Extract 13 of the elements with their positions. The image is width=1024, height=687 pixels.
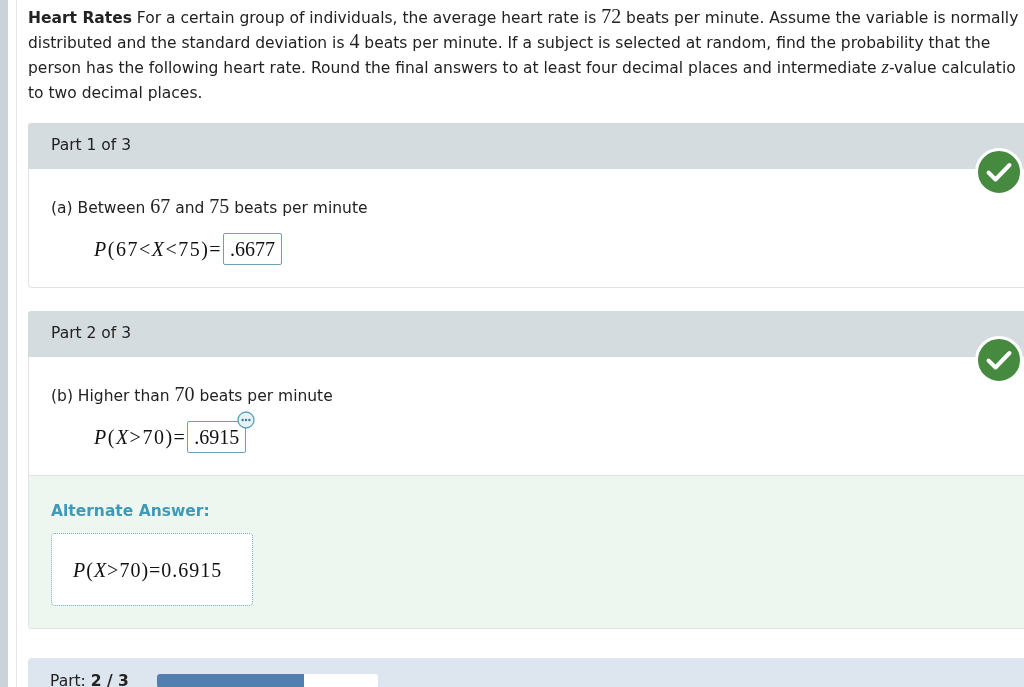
question-text: (a) Between 67 and 75 beats per minute	[51, 196, 369, 218]
problem-statement: Heart Rates For a certain group of individuals, the average heart rate is 72 beats per minute. Assume the variable is normally distributed and the standard deviation is 4 beats per minute. If a subject is selected at random, find the probability that the person has the following heart rate. Round the final answers to at least four decimal places and intermediate z-value calculatio to two decimal places.	[28, 6, 1020, 104]
progress-label: Part: 2 / 3	[50, 671, 129, 687]
equation: P(X>70)=	[94, 425, 188, 451]
more-options-icon[interactable]	[237, 411, 256, 429]
equation: P(X>70)=0.6915	[73, 557, 223, 584]
part-header: Part 2 of 3	[51, 323, 132, 345]
part-header: Part 1 of 3	[51, 135, 132, 157]
alternate-answer-label: Alternate Answer:	[51, 501, 211, 521]
question-text: (b) Higher than 70 beats per minute	[51, 384, 334, 406]
answer-field[interactable]: .6915	[187, 421, 247, 453]
equation: P(67<X<75)=	[94, 237, 224, 263]
answer-field[interactable]: .6677	[223, 233, 283, 265]
